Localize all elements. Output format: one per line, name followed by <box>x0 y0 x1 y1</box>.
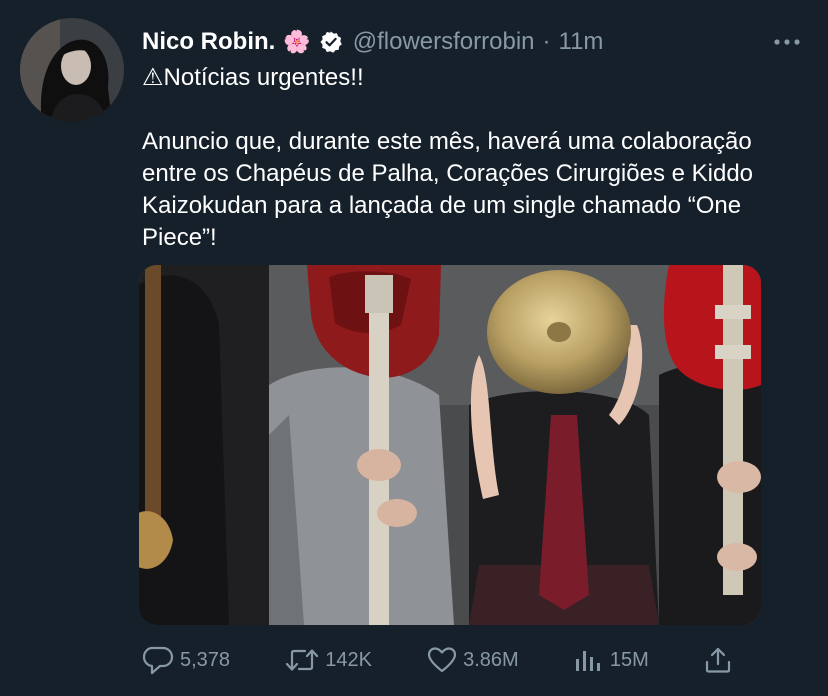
reply-icon <box>142 646 174 675</box>
like-icon <box>428 647 457 673</box>
reply-count: 5,378 <box>180 648 231 671</box>
tweet-image[interactable] <box>139 265 761 625</box>
views-count: 15M <box>609 648 649 671</box>
avatar-image <box>20 18 124 122</box>
more-options-button[interactable] <box>772 30 802 54</box>
flower-emoji: 🌸 <box>283 29 311 54</box>
reply-button[interactable]: 5,378 <box>142 645 230 675</box>
retweet-button[interactable]: 142K <box>285 647 372 673</box>
analytics-button[interactable]: 15M <box>574 647 649 673</box>
avatar[interactable] <box>20 18 124 122</box>
share-icon <box>705 647 731 673</box>
more-icon <box>774 39 800 45</box>
verified-badge-icon <box>319 30 343 54</box>
author-name[interactable]: Nico Robin. <box>142 28 275 56</box>
like-button[interactable]: 3.86M <box>427 646 519 674</box>
analytics-icon <box>575 651 600 671</box>
tweet-header: Nico Robin. 🌸 @flowersforrobin · 11m <box>142 24 603 60</box>
share-button[interactable] <box>704 646 732 674</box>
tweet-actions: 5,378 142K 3.86M 15M <box>142 640 732 680</box>
retweet-count: 142K <box>325 648 372 671</box>
author-handle[interactable]: @flowersforrobin <box>353 28 535 56</box>
retweet-icon <box>286 649 319 671</box>
like-count: 3.86M <box>463 648 519 671</box>
tweet: Nico Robin. 🌸 @flowersforrobin · 11m ⚠No… <box>0 0 828 696</box>
band-photo <box>139 265 761 625</box>
tweet-text: ⚠Notícias urgentes!! Anuncio que, durant… <box>142 64 754 251</box>
separator-dot: · <box>542 28 551 55</box>
timestamp[interactable]: 11m <box>559 28 604 56</box>
